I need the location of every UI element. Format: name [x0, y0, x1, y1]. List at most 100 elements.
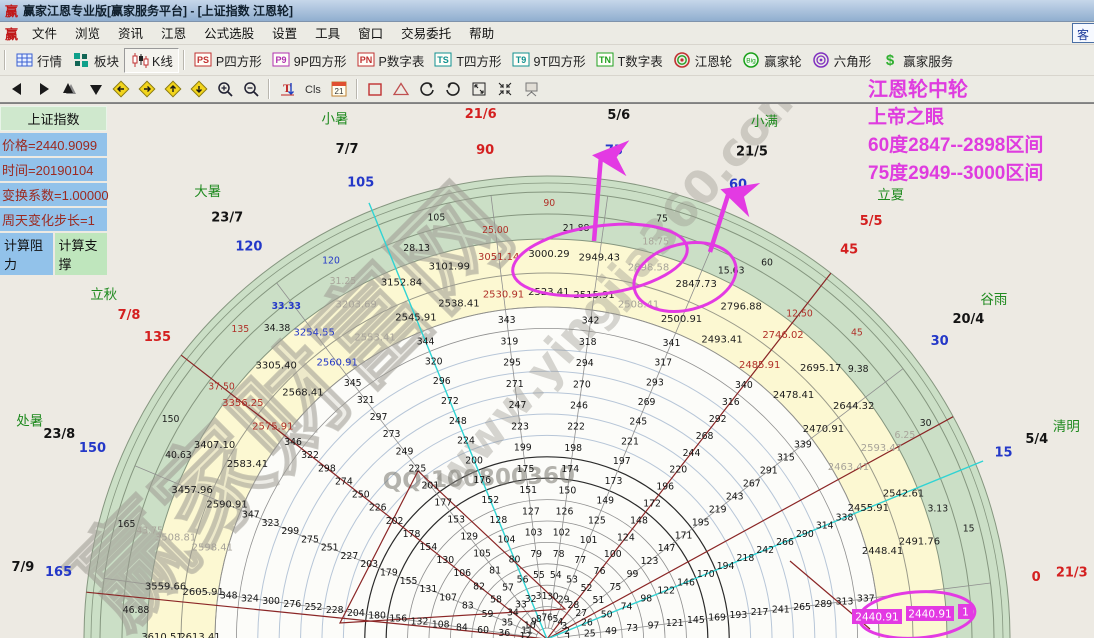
svg-text:319: 319 — [501, 337, 519, 348]
menu-item-江恩[interactable]: 江恩 — [152, 25, 195, 43]
zoom-in-button[interactable] — [213, 78, 237, 100]
toolbar-button-江恩轮[interactable]: 江恩轮 — [668, 49, 738, 72]
toolbar-button-9T四方形[interactable]: T99T四方形 — [507, 49, 591, 72]
svg-text:105: 105 — [473, 549, 491, 560]
menu-item-帮助[interactable]: 帮助 — [460, 25, 503, 43]
svg-text:343: 343 — [498, 315, 516, 326]
quote-buttons: 计算阻力计算支撑 — [0, 233, 107, 275]
svg-text:75: 75 — [656, 214, 668, 225]
svg-text:344: 344 — [417, 337, 435, 348]
toolbar-button-label: P四方形 — [216, 51, 262, 70]
toolbar-button-K线[interactable]: K线 — [124, 48, 179, 73]
svg-text:251: 251 — [321, 543, 339, 554]
svg-text:223: 223 — [511, 421, 529, 432]
menu-item-窗口[interactable]: 窗口 — [349, 25, 392, 43]
svg-text:218: 218 — [737, 553, 755, 564]
menu-item-工具[interactable]: 工具 — [306, 25, 349, 43]
svg-text:250: 250 — [352, 490, 370, 501]
menu-item-文件[interactable]: 文件 — [23, 25, 66, 43]
bigwheel-icon: Big — [742, 51, 761, 69]
svg-text:221: 221 — [621, 436, 639, 447]
menu-item-资讯[interactable]: 资讯 — [109, 25, 152, 43]
svg-text:1: 1 — [962, 607, 969, 619]
svg-text:179: 179 — [380, 568, 398, 579]
svg-text:20/4: 20/4 — [952, 312, 984, 327]
svg-text:7: 7 — [541, 613, 547, 624]
nav-up-button[interactable] — [57, 78, 81, 100]
svg-text:127: 127 — [522, 506, 540, 517]
svg-text:268: 268 — [696, 431, 714, 442]
toolbar-button-赢家服务[interactable]: $赢家服务 — [876, 49, 958, 72]
svg-text:323: 323 — [262, 518, 280, 529]
toolbar-button-P四方形[interactable]: PSP四方形 — [189, 49, 267, 72]
toolbar-button-六角形[interactable]: 六角形 — [807, 49, 877, 72]
window-titlebar[interactable]: 赢 赢家江恩专业版[赢家服务平台] - [上证指数 江恩轮] — [0, 0, 1094, 22]
nav-left-button[interactable] — [5, 78, 29, 100]
svg-text:342: 342 — [582, 316, 600, 327]
svg-text:2644.32: 2644.32 — [833, 401, 874, 412]
t-updown-button[interactable]: T — [275, 78, 299, 100]
nav-down-button[interactable] — [83, 78, 107, 100]
svg-text:小满: 小满 — [751, 114, 778, 130]
pan-up-button[interactable] — [161, 78, 185, 100]
svg-text:147: 147 — [658, 543, 676, 554]
pan-down-button[interactable] — [187, 78, 211, 100]
shrink-button[interactable] — [493, 78, 517, 100]
annotation-line: 75度2949--3000区间 — [868, 160, 1043, 188]
svg-text:T9: T9 — [515, 55, 526, 65]
svg-text:322: 322 — [301, 450, 319, 461]
menu-item-交易委托[interactable]: 交易委托 — [392, 25, 460, 43]
svg-text:2440.91: 2440.91 — [908, 609, 951, 621]
menu-item-设置[interactable]: 设置 — [263, 25, 306, 43]
svg-text:3000.29: 3000.29 — [528, 249, 569, 260]
toolbar-button-9P四方形[interactable]: P99P四方形 — [267, 49, 352, 72]
svg-text:204: 204 — [347, 608, 365, 619]
svg-text:2605.91: 2605.91 — [183, 587, 224, 598]
board-button[interactable] — [519, 78, 543, 100]
svg-text:228: 228 — [326, 605, 344, 616]
customer-service-button[interactable]: 客 — [1072, 23, 1094, 43]
svg-text:2500.91: 2500.91 — [661, 314, 702, 325]
cls-button[interactable]: Cls — [301, 78, 325, 100]
svg-text:98: 98 — [640, 594, 652, 605]
svg-text:82: 82 — [473, 581, 485, 592]
toolbar-button-赢家轮[interactable]: Big赢家轮 — [737, 49, 807, 72]
pan-left-button[interactable] — [109, 78, 133, 100]
toolbar-button-P数字表[interactable]: PNP数字表 — [352, 49, 430, 72]
toolbar-button-T四方形[interactable]: TST四方形 — [429, 49, 506, 72]
svg-text:132: 132 — [411, 617, 429, 628]
pan-right-button[interactable] — [135, 78, 159, 100]
calc-support-button[interactable]: 计算支撑 — [55, 233, 108, 275]
svg-text:266: 266 — [776, 537, 794, 548]
svg-text:2491.76: 2491.76 — [899, 536, 940, 547]
toolbar-button-板块[interactable]: 板块 — [67, 49, 124, 72]
svg-text:171: 171 — [675, 530, 693, 541]
svg-text:314: 314 — [816, 521, 834, 532]
toolbar-button-T数字表[interactable]: TNT数字表 — [591, 49, 668, 72]
rotate-ccw-button[interactable] — [415, 78, 439, 100]
svg-text:7/9: 7/9 — [11, 560, 34, 575]
tri-left-icon — [8, 80, 27, 98]
svg-text:21/6: 21/6 — [465, 107, 497, 122]
toolbar-button-行情[interactable]: 行情 — [10, 49, 67, 72]
menu-item-浏览[interactable]: 浏览 — [66, 25, 109, 43]
svg-text:7/8: 7/8 — [118, 308, 141, 323]
svg-text:130: 130 — [436, 555, 454, 566]
rotate-cw-button[interactable] — [441, 78, 465, 100]
svg-text:150: 150 — [559, 485, 577, 496]
expand-button[interactable] — [467, 78, 491, 100]
svg-text:99: 99 — [627, 569, 639, 580]
draw-square-button[interactable] — [363, 78, 387, 100]
svg-text:224: 224 — [457, 436, 475, 447]
calc-resistance-button[interactable]: 计算阻力 — [0, 233, 53, 275]
menu-item-公式选股[interactable]: 公式选股 — [195, 25, 263, 43]
quote-field: 价格=2440.9099 — [0, 133, 107, 156]
draw-triangle-button[interactable] — [389, 78, 413, 100]
expand-icon — [470, 80, 489, 98]
svg-text:194: 194 — [717, 561, 735, 572]
svg-text:2553.41: 2553.41 — [354, 333, 395, 344]
nav-right-button[interactable] — [31, 78, 55, 100]
svg-text:2847.73: 2847.73 — [676, 279, 717, 290]
calendar-button[interactable]: 21 — [327, 78, 351, 100]
zoom-out-button[interactable] — [239, 78, 263, 100]
